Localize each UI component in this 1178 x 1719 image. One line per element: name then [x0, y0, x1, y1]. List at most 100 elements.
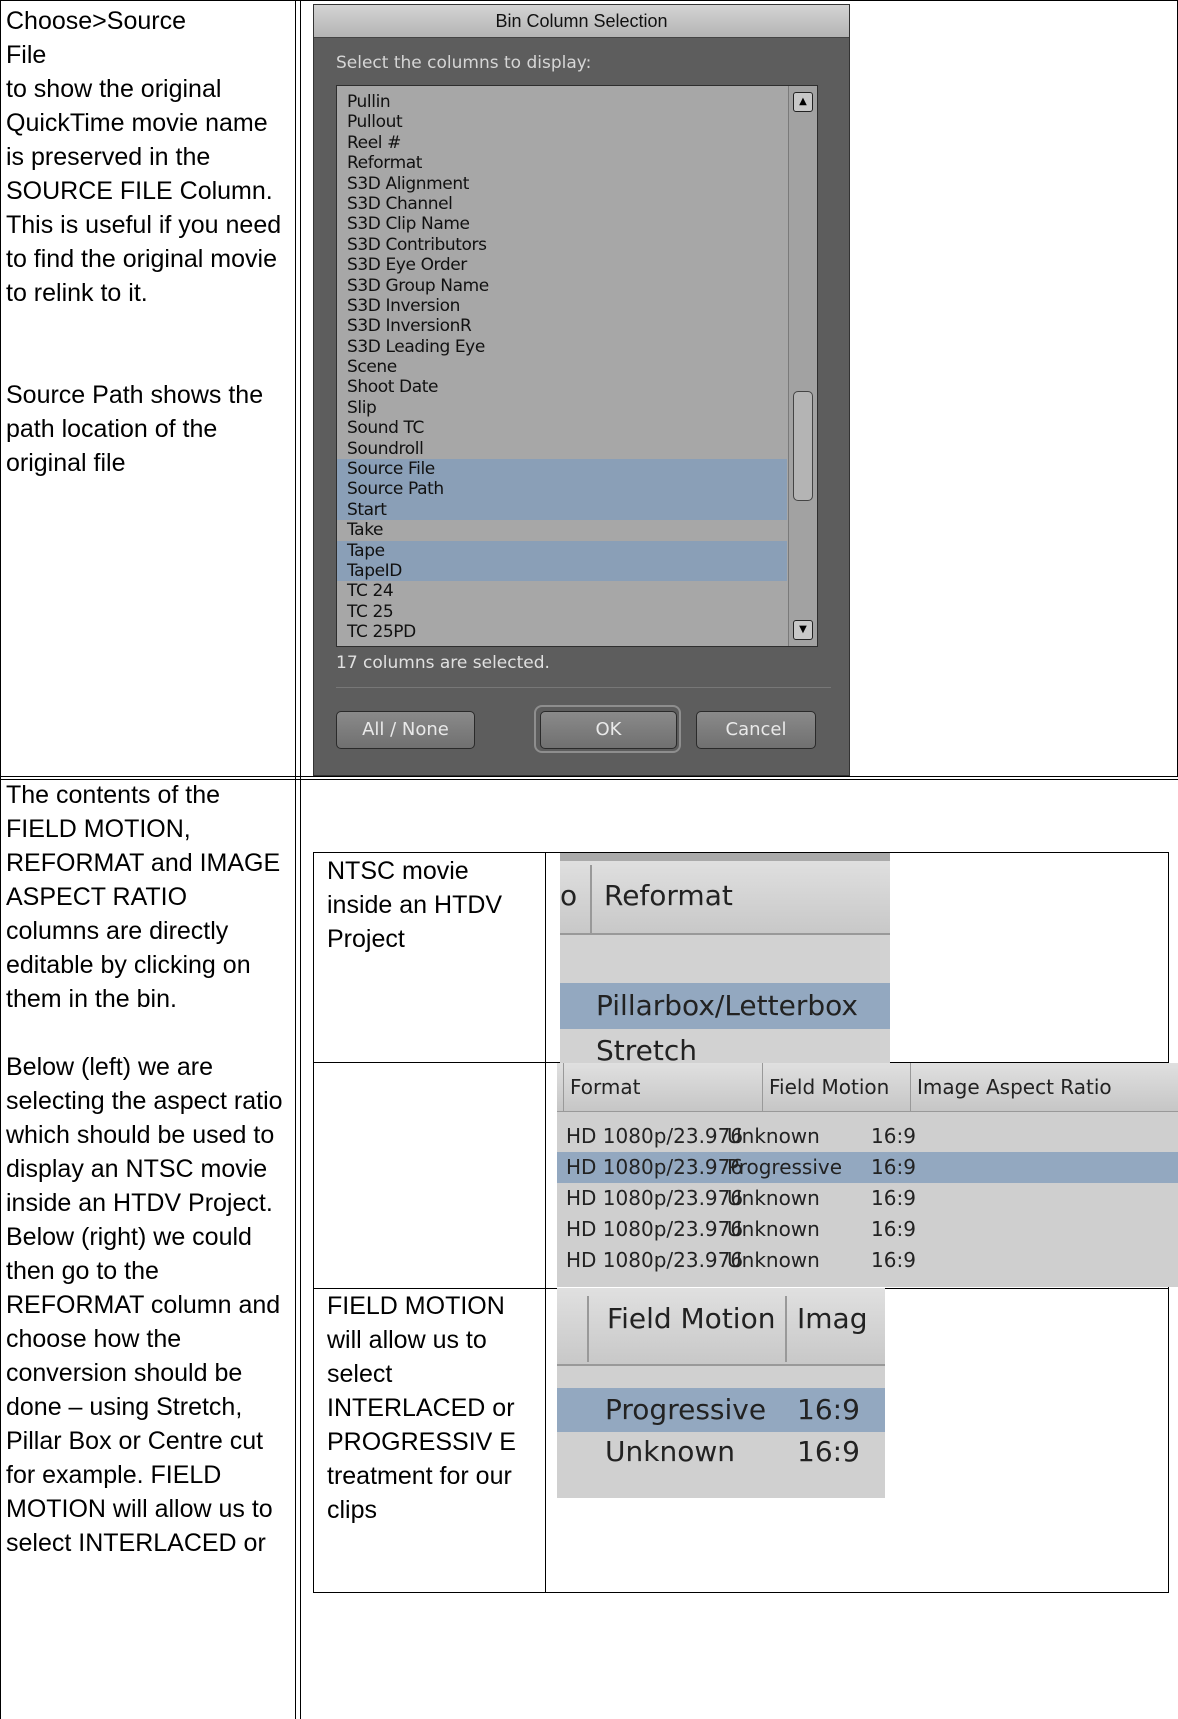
- table-row[interactable]: HD 1080p/23.976 Unknown 16:9: [557, 1183, 1178, 1214]
- column-option[interactable]: S3D Leading Eye: [337, 337, 817, 357]
- column-option[interactable]: TC 25PD: [337, 622, 817, 642]
- aspect-cell: 16:9: [871, 1248, 916, 1272]
- reformat-option-label: Stretch: [596, 1034, 697, 1065]
- format-header[interactable]: Format: [563, 1063, 763, 1111]
- column-option[interactable]: TapeID: [337, 560, 787, 582]
- image-aspect-ratio-header[interactable]: Image Aspect Ratio: [910, 1063, 1178, 1111]
- column-option[interactable]: S3D Inversion: [337, 296, 817, 316]
- column-option[interactable]: S3D Channel: [337, 194, 817, 214]
- bin-column-selection-dialog: Bin Column Selection Select the columns …: [313, 4, 850, 776]
- table-row[interactable]: HD 1080p/23.976 Unknown 16:9: [557, 1245, 1178, 1276]
- ok-button[interactable]: OK: [540, 711, 677, 749]
- column-option[interactable]: Shoot Date: [337, 377, 817, 397]
- aspect-ratio-paragraph: Below (left) we are selecting the aspect…: [6, 1053, 283, 1557]
- field-motion-cell: Unknown: [605, 1435, 735, 1468]
- table-border-top: [0, 0, 1178, 1]
- header-separator: [785, 1296, 787, 1362]
- column-option[interactable]: S3D Alignment: [337, 174, 817, 194]
- aspect-cell: 16:9: [797, 1435, 860, 1468]
- heading-line-2: File: [6, 41, 47, 69]
- field-motion-header[interactable]: Field Motion: [762, 1063, 910, 1111]
- source-path-paragraph: Source Path shows the path location of t…: [6, 381, 264, 477]
- column-option[interactable]: Take: [337, 520, 817, 540]
- aspect-cell: 16:9: [871, 1186, 916, 1210]
- header-separator: [587, 1296, 589, 1362]
- reformat-header[interactable]: Reformat: [604, 879, 733, 912]
- source-file-description: Choose>Source File to show the original …: [6, 4, 284, 480]
- reformat-option-selected[interactable]: Pillarbox/Letterbox: [560, 983, 890, 1029]
- column-option[interactable]: Tape: [337, 540, 787, 561]
- aspect-cell: 16:9: [797, 1393, 860, 1426]
- format-cell: HD 1080p/23.976: [566, 1186, 744, 1210]
- bin-columns-screenshot: Format Field Motion Image Aspect Ratio H…: [557, 1063, 1178, 1287]
- field-motion-cell: Unknown: [727, 1186, 820, 1210]
- column-option[interactable]: TC 24: [337, 581, 817, 601]
- table-row[interactable]: HD 1080p/23.976 Unknown 16:9: [557, 1121, 1178, 1152]
- image-aspect-header-partial[interactable]: Imag: [797, 1302, 867, 1335]
- reformat-column-screenshot: o Reformat Pillarbox/Letterbox Stretch: [560, 853, 890, 1065]
- column-option[interactable]: Start: [337, 499, 787, 521]
- aspect-cell: 16:9: [871, 1124, 916, 1148]
- column-option[interactable]: S3D InversionR: [337, 316, 817, 336]
- field-motion-cell: Unknown: [727, 1124, 820, 1148]
- cancel-button[interactable]: Cancel: [696, 711, 816, 749]
- table-row[interactable]: HD 1080p/23.976 Progressive 16:9: [557, 1152, 1178, 1183]
- table-row[interactable]: Unknown 16:9: [557, 1430, 885, 1474]
- column-option[interactable]: Reformat: [337, 153, 817, 173]
- column-option[interactable]: TC 25: [337, 602, 817, 622]
- inner-table-left: [313, 852, 314, 1593]
- bin-header-row: Format Field Motion Image Aspect Ratio: [557, 1063, 1178, 1112]
- scroll-down-icon[interactable]: ▼: [793, 620, 813, 640]
- column-list-items: Pullin Pullout Reel # Reformat S3D Alignment…: [337, 86, 817, 643]
- partial-column-header: o: [560, 879, 578, 912]
- field-motion-note: FIELD MOTION will allow us to select INT…: [327, 1292, 516, 1524]
- scroll-thumb[interactable]: [793, 391, 813, 501]
- field-motion-screenshot: Field Motion Imag Progressive 16:9 Unknown…: [557, 1288, 885, 1498]
- field-motion-header[interactable]: Field Motion: [607, 1302, 775, 1335]
- format-cell: HD 1080p/23.976: [566, 1217, 744, 1241]
- column-list[interactable]: Pullin Pullout Reel # Reformat S3D Alignment…: [336, 85, 818, 647]
- reformat-header-top: [560, 853, 890, 861]
- column-option[interactable]: S3D Group Name: [337, 276, 817, 296]
- table-row[interactable]: Progressive 16:9: [557, 1388, 885, 1432]
- table-border-left: [0, 0, 1, 1719]
- format-cell: HD 1080p/23.976: [566, 1155, 744, 1179]
- scrollbar[interactable]: ▲ ▼: [788, 86, 817, 646]
- aspect-cell: 16:9: [871, 1155, 916, 1179]
- column-option[interactable]: Source File: [337, 459, 787, 480]
- selection-status: 17 columns are selected.: [336, 653, 550, 673]
- table-row[interactable]: HD 1080p/23.976 Unknown 16:9: [557, 1214, 1178, 1245]
- column-option[interactable]: Reel #: [337, 133, 817, 153]
- field-motion-cell: Progressive: [605, 1393, 767, 1426]
- format-cell: HD 1080p/23.976: [566, 1248, 744, 1272]
- column-option[interactable]: Soundroll: [337, 439, 817, 459]
- heading-line-1: Choose>Source: [6, 7, 186, 35]
- all-none-button[interactable]: All / None: [336, 711, 475, 749]
- column-option[interactable]: Slip: [337, 398, 817, 418]
- column-option[interactable]: Sound TC: [337, 418, 817, 438]
- editable-columns-paragraph: The contents of the FIELD MOTION, REFORM…: [6, 781, 281, 1013]
- column-option[interactable]: Scene: [337, 357, 817, 377]
- column-option[interactable]: Source Path: [337, 479, 787, 500]
- column-option[interactable]: Pullin: [337, 92, 817, 112]
- table-row-divider: [0, 776, 1178, 777]
- scroll-up-icon[interactable]: ▲: [793, 92, 813, 112]
- reformat-option[interactable]: Stretch: [560, 1031, 890, 1065]
- aspect-cell: 16:9: [871, 1217, 916, 1241]
- column-option[interactable]: S3D Contributors: [337, 235, 817, 255]
- header-separator: [590, 865, 592, 933]
- column-option[interactable]: S3D Eye Order: [337, 255, 817, 275]
- dialog-prompt: Select the columns to display:: [336, 53, 592, 73]
- column-option[interactable]: Pullout: [337, 112, 817, 132]
- source-file-paragraph: to show the original QuickTime movie nam…: [6, 75, 282, 307]
- format-cell: HD 1080p/23.976: [566, 1124, 744, 1148]
- editable-columns-description: The contents of the FIELD MOTION, REFORM…: [6, 778, 284, 1560]
- field-motion-cell: Unknown: [727, 1248, 820, 1272]
- dialog-divider: [336, 687, 831, 688]
- ntsc-note: NTSC movie inside an HTDV Project: [327, 857, 503, 953]
- field-motion-cell: Unknown: [727, 1217, 820, 1241]
- field-motion-cell: Progressive: [727, 1155, 843, 1179]
- inner-table-bottom: [313, 1592, 1169, 1593]
- reformat-option-label: Pillarbox/Letterbox: [596, 989, 858, 1022]
- column-option[interactable]: S3D Clip Name: [337, 214, 817, 234]
